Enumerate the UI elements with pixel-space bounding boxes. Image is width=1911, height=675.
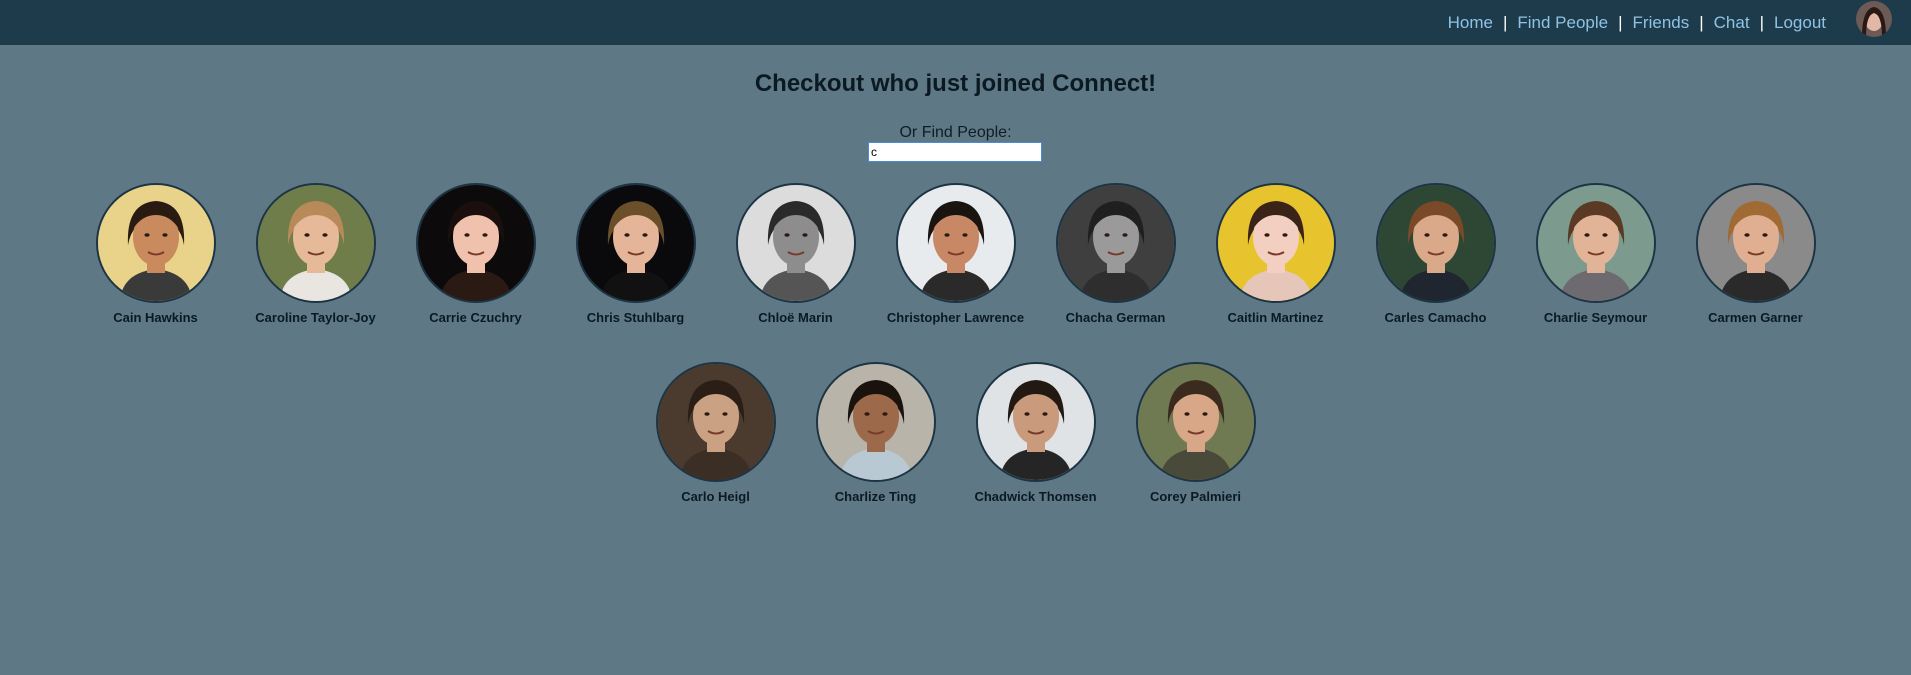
person-name[interactable]: Chadwick Thomsen: [974, 489, 1096, 504]
person-name[interactable]: Carles Camacho: [1385, 310, 1487, 325]
nav-link-find-people[interactable]: Find People: [1517, 13, 1608, 33]
person-card[interactable]: Carrie Czuchry: [396, 183, 556, 325]
person-card[interactable]: Carmen Garner: [1676, 183, 1836, 325]
profile-photo-icon[interactable]: [95, 183, 216, 303]
nav-separator: |: [1618, 12, 1623, 32]
profile-photo-icon[interactable]: [255, 183, 376, 303]
person-name[interactable]: Carmen Garner: [1708, 310, 1803, 325]
person-name[interactable]: Charlize Ting: [835, 489, 916, 504]
person-name[interactable]: Caroline Taylor-Joy: [255, 310, 375, 325]
person-name[interactable]: Charlie Seymour: [1544, 310, 1647, 325]
person-card[interactable]: Chacha German: [1036, 183, 1196, 325]
profile-photo-icon[interactable]: [655, 362, 776, 482]
person-card[interactable]: Charlize Ting: [796, 362, 956, 504]
person-card[interactable]: Corey Palmieri: [1116, 362, 1276, 504]
profile-photo-icon[interactable]: [975, 362, 1096, 482]
profile-photo-icon[interactable]: [415, 183, 536, 303]
person-card[interactable]: Chloë Marin: [716, 183, 876, 325]
person-name[interactable]: Cain Hawkins: [113, 310, 198, 325]
person-card[interactable]: Cain Hawkins: [76, 183, 236, 325]
person-card[interactable]: Carlo Heigl: [636, 362, 796, 504]
profile-photo-icon[interactable]: [1135, 362, 1256, 482]
person-name[interactable]: Chloë Marin: [758, 310, 832, 325]
nav-separator: |: [1699, 12, 1704, 32]
page-title: Checkout who just joined Connect!: [754, 70, 1157, 97]
nav-links: Home | Find People | Friends | Chat | Lo…: [1448, 0, 1826, 45]
person-card[interactable]: Caroline Taylor-Joy: [236, 183, 396, 325]
nav-link-home[interactable]: Home: [1448, 13, 1493, 33]
nav-separator: |: [1759, 12, 1764, 32]
find-people-label: Or Find People:: [899, 124, 1012, 141]
person-card[interactable]: Chadwick Thomsen: [956, 362, 1116, 504]
nav-link-logout[interactable]: Logout: [1774, 13, 1826, 33]
profile-photo-icon[interactable]: [895, 183, 1016, 303]
profile-photo-icon[interactable]: [1055, 183, 1176, 303]
profile-photo-icon[interactable]: [735, 183, 856, 303]
profile-photo-icon[interactable]: [575, 183, 696, 303]
user-avatar-icon[interactable]: [1856, 1, 1892, 37]
person-name[interactable]: Chacha German: [1066, 310, 1166, 325]
profile-photo-icon[interactable]: [1215, 183, 1336, 303]
nav-link-chat[interactable]: Chat: [1714, 13, 1750, 33]
person-card[interactable]: Charlie Seymour: [1516, 183, 1676, 325]
top-navbar: Home | Find People | Friends | Chat | Lo…: [0, 0, 1911, 45]
people-row-1: Cain Hawkins Caroline Taylor-Joy Carrie Cz…: [0, 183, 1911, 325]
person-name[interactable]: Carrie Czuchry: [429, 310, 521, 325]
profile-photo-icon[interactable]: [1535, 183, 1656, 303]
profile-photo-icon[interactable]: [1695, 183, 1816, 303]
person-name[interactable]: Chris Stuhlbarg: [587, 310, 685, 325]
profile-photo-icon[interactable]: [815, 362, 936, 482]
nav-link-friends[interactable]: Friends: [1633, 13, 1690, 33]
search-input[interactable]: [868, 142, 1042, 162]
people-row-2: Carlo Heigl Charlize Ting Chadwick Thomsen…: [0, 362, 1911, 504]
nav-separator: |: [1502, 12, 1508, 32]
person-card[interactable]: Chris Stuhlbarg: [556, 183, 716, 325]
person-card[interactable]: Carles Camacho: [1356, 183, 1516, 325]
person-name[interactable]: Caitlin Martinez: [1227, 310, 1323, 325]
person-card[interactable]: Christopher Lawrence: [876, 183, 1036, 325]
person-name[interactable]: Corey Palmieri: [1150, 489, 1241, 504]
person-name[interactable]: Carlo Heigl: [681, 489, 750, 504]
person-name[interactable]: Christopher Lawrence: [887, 310, 1024, 325]
person-card[interactable]: Caitlin Martinez: [1196, 183, 1356, 325]
profile-photo-icon[interactable]: [1375, 183, 1496, 303]
